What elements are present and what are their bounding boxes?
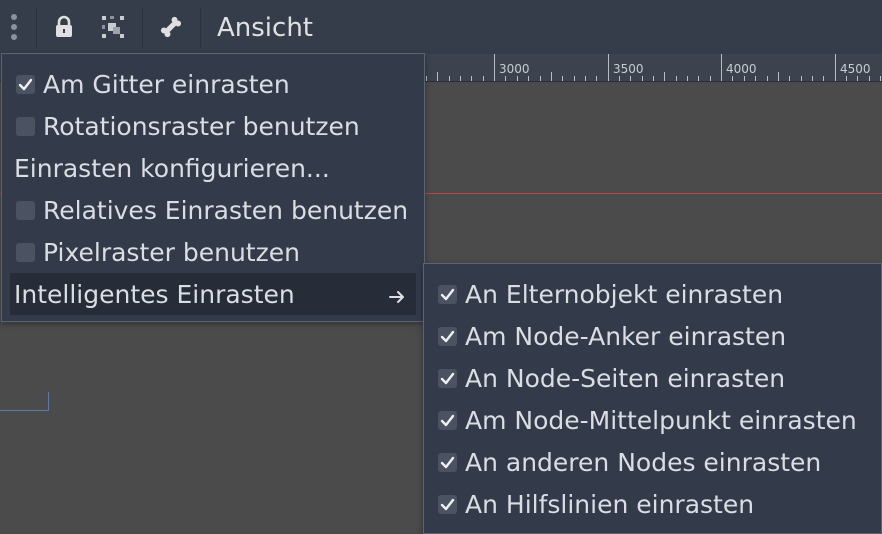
checkbox-unchecked-icon[interactable] <box>16 242 35 262</box>
ruler-tick <box>710 76 711 81</box>
smart-snap-item[interactable]: Am Node-Mittelpunkt einrasten <box>432 399 872 441</box>
smart-snap-item-label: Am Node-Anker einrasten <box>465 321 787 351</box>
snap-options-menu: Am Gitter einrasten Rotationsraster benut… <box>1 53 425 322</box>
snap-menu-item[interactable]: Pixelraster benutzen <box>10 231 416 273</box>
ruler-label: 3000 <box>499 62 530 76</box>
toolbar-divider <box>142 8 143 48</box>
ruler-tick <box>789 76 790 81</box>
snap-menu-item-label: Intelligentes Einrasten <box>14 279 295 309</box>
checkbox-checked-icon[interactable] <box>438 452 457 472</box>
ruler-tick <box>540 76 541 81</box>
ruler-tick <box>744 76 745 81</box>
ruler-tick <box>574 76 575 81</box>
ruler-tick <box>698 76 699 81</box>
smart-snap-item-label: Am Node-Mittelpunkt einrasten <box>465 405 857 435</box>
smart-snap-item[interactable]: An Node-Seiten einrasten <box>432 357 872 399</box>
view-menu-button[interactable]: Ansicht <box>217 13 313 43</box>
ruler-tick <box>801 76 802 81</box>
toolbar-divider <box>36 8 37 48</box>
ruler-tick <box>471 76 472 81</box>
checkbox-checked-icon[interactable] <box>438 326 457 346</box>
snap-menu-item[interactable]: Relatives Einrasten benutzen <box>10 189 416 231</box>
toolbar-divider <box>200 8 201 48</box>
ruler-tick <box>778 72 779 81</box>
ruler-tick <box>460 76 461 81</box>
ruler-tick <box>767 76 768 81</box>
checkbox-checked-icon[interactable] <box>438 284 457 304</box>
checkbox-checked-icon[interactable] <box>438 368 457 388</box>
ruler-tick <box>608 54 609 81</box>
smart-snap-item[interactable]: An anderen Nodes einrasten <box>432 441 872 483</box>
checkbox-unchecked-icon[interactable] <box>16 200 35 220</box>
ruler-tick <box>676 76 677 81</box>
ruler-tick <box>437 72 438 81</box>
ruler-tick <box>619 76 620 81</box>
smart-snap-item-label: An Hilfslinien einrasten <box>465 489 755 519</box>
checkbox-checked-icon[interactable] <box>438 494 457 514</box>
checkbox-unchecked-icon[interactable] <box>16 116 35 136</box>
ruler-tick <box>551 72 552 81</box>
submenu-arrow-icon <box>388 283 406 312</box>
ruler-tick <box>857 76 858 81</box>
snap-menu-item[interactable]: Am Gitter einrasten <box>10 63 416 105</box>
checkbox-checked-icon[interactable] <box>16 74 35 94</box>
smart-snap-item[interactable]: An Hilfslinien einrasten <box>432 483 872 525</box>
snap-menu-item-label: Am Gitter einrasten <box>43 69 290 99</box>
ruler-label: 3500 <box>613 62 644 76</box>
ruler-label: 4500 <box>840 62 871 76</box>
snap-menu-item-label: Relatives Einrasten benutzen <box>43 195 409 225</box>
selection-frame-edge <box>0 392 49 411</box>
ruler-tick <box>585 76 586 81</box>
bone-icon[interactable] <box>154 0 188 54</box>
smart-snap-item[interactable]: Am Node-Anker einrasten <box>432 315 872 357</box>
ruler-tick <box>664 72 665 81</box>
snap-menu-item[interactable]: Einrasten konfigurieren... <box>10 147 416 189</box>
smart-snap-item-label: An Elternobjekt einrasten <box>465 279 784 309</box>
ruler-tick <box>494 54 495 81</box>
ruler-tick <box>846 76 847 81</box>
ruler-tick <box>835 54 836 81</box>
ruler-tick <box>687 76 688 81</box>
ruler-tick <box>505 76 506 81</box>
ruler-tick <box>449 76 450 81</box>
checkbox-checked-icon[interactable] <box>438 410 457 430</box>
group-icon[interactable] <box>96 0 130 54</box>
ruler-tick <box>823 76 824 81</box>
ruler-tick <box>721 54 722 81</box>
ruler-tick <box>732 76 733 81</box>
smart-snap-item-label: An Node-Seiten einrasten <box>465 363 786 393</box>
smart-snap-item[interactable]: An Elternobjekt einrasten <box>432 273 872 315</box>
ruler-tick <box>562 76 563 81</box>
snap-menu-item[interactable]: Intelligentes Einrasten <box>10 273 416 315</box>
ruler-tick <box>653 76 654 81</box>
ruler-label: 4000 <box>726 62 757 76</box>
ruler-tick <box>812 76 813 81</box>
smart-snap-submenu: An Elternobjekt einrasten Am Node-Anker e… <box>423 263 882 534</box>
ruler-tick <box>426 76 427 81</box>
ruler-tick <box>642 76 643 81</box>
ruler-tick <box>869 76 870 81</box>
ruler-tick <box>630 76 631 81</box>
snap-menu-item-label: Pixelraster benutzen <box>43 237 300 267</box>
ruler-tick <box>755 76 756 81</box>
ruler-tick <box>528 76 529 81</box>
snap-menu-item-label: Rotationsraster benutzen <box>43 111 360 141</box>
ruler-tick <box>517 76 518 81</box>
canvas-toolbar: Ansicht <box>0 0 882 55</box>
snap-menu-item-label: Einrasten konfigurieren... <box>14 153 330 183</box>
kebab-menu-icon[interactable] <box>4 0 24 54</box>
ruler-tick <box>483 76 484 81</box>
lock-icon[interactable] <box>48 0 80 54</box>
snap-menu-item[interactable]: Rotationsraster benutzen <box>10 105 416 147</box>
ruler-tick <box>880 76 881 81</box>
ruler-tick <box>596 76 597 81</box>
smart-snap-item-label: An anderen Nodes einrasten <box>465 447 822 477</box>
